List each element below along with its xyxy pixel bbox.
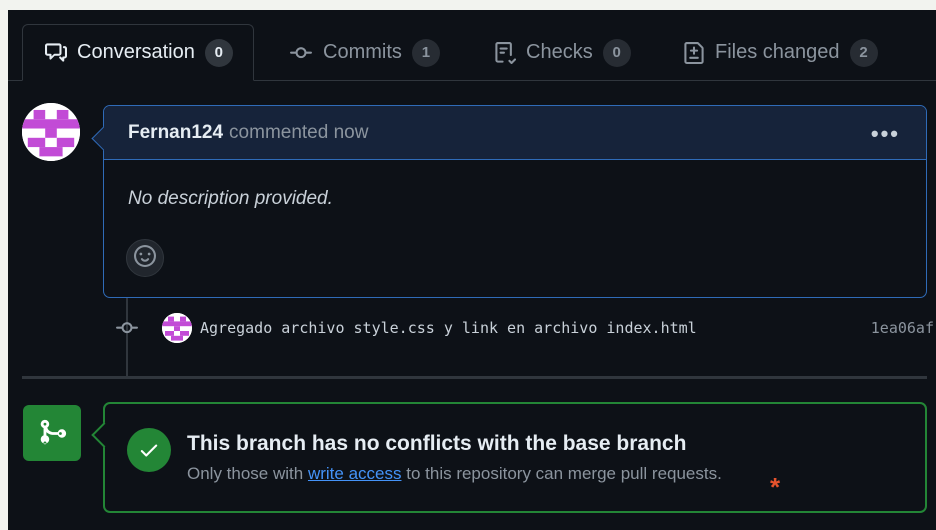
git-commit-icon [289, 42, 313, 64]
timeline-divider [22, 376, 927, 379]
tab-commits[interactable]: Commits 1 [289, 24, 440, 81]
tab-commits-count: 1 [411, 38, 440, 67]
commit-author-avatar[interactable] [162, 313, 192, 343]
tab-files-changed-count: 2 [849, 38, 878, 67]
check-circle-icon [127, 428, 171, 472]
annotation-asterisk: * [770, 472, 781, 502]
merge-sub-before: Only those with [187, 464, 304, 483]
comment-card: Fernan124 commented now ••• No descripti… [91, 105, 927, 298]
git-commit-icon [116, 317, 138, 339]
comment-body: No description provided. [128, 188, 333, 209]
git-merge-icon [23, 405, 81, 461]
comment-discussion-icon [45, 42, 67, 64]
tab-commits-label: Commits [323, 41, 402, 63]
commit-sha-link[interactable]: 1ea06af [871, 319, 934, 337]
tab-files-changed-label: Files changed [715, 41, 840, 63]
comment-header: Fernan124 commented now ••• [104, 106, 926, 160]
file-diff-icon [683, 41, 705, 64]
author-avatar[interactable] [22, 103, 80, 161]
commit-row: Agregado archivo style.css y link en arc… [116, 313, 936, 343]
kebab-horizontal-icon[interactable]: ••• [871, 121, 900, 147]
tab-files-changed[interactable]: Files changed 2 [683, 24, 878, 81]
tab-conversation[interactable]: Conversation 0 [22, 24, 254, 81]
pull-request-view: Conversation 0 Commits 1 Checks 0 Files … [8, 10, 936, 530]
commit-message-link[interactable]: Agregado archivo style.css y link en arc… [200, 319, 697, 337]
merge-status-subtitle: Only those with write access to this rep… [187, 464, 722, 484]
tab-checks-label: Checks [526, 41, 593, 63]
merge-status-title: This branch has no conflicts with the ba… [187, 432, 687, 455]
tab-conversation-count: 0 [204, 38, 233, 67]
comment-author[interactable]: Fernan124 [128, 122, 223, 144]
merge-status-box: This branch has no conflicts with the ba… [91, 402, 927, 513]
merge-pointer [91, 422, 117, 448]
tab-conversation-label: Conversation [77, 41, 195, 63]
tab-checks[interactable]: Checks 0 [494, 24, 631, 81]
write-access-link[interactable]: write access [308, 464, 402, 483]
tab-checks-count: 0 [602, 38, 631, 67]
merge-sub-after: to this repository can merge pull reques… [406, 464, 722, 483]
checklist-icon [494, 41, 516, 64]
comment-timestamp[interactable]: commented now [229, 122, 368, 144]
add-reaction-button[interactable] [126, 239, 164, 277]
pr-tabs: Conversation 0 Commits 1 Checks 0 Files … [8, 10, 936, 81]
smiley-icon [134, 244, 156, 272]
